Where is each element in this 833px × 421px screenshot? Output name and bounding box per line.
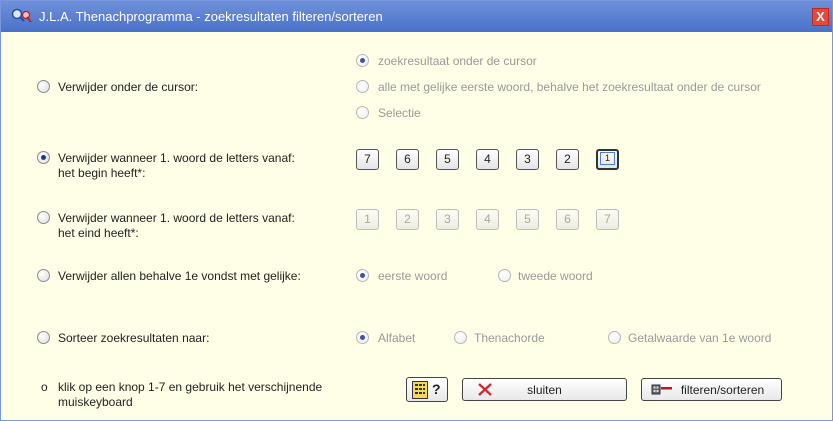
getalwaarde-label: Getalwaarde van 1e woord bbox=[628, 331, 772, 345]
filter-sort-label: filteren/sorteren bbox=[680, 383, 765, 397]
end-button-7[interactable]: 7 bbox=[596, 209, 619, 230]
selection-label: Selectie bbox=[378, 106, 421, 120]
begin-button-1-label: 1 bbox=[600, 152, 615, 166]
radio-second-word[interactable] bbox=[498, 269, 511, 282]
keypad-icon bbox=[412, 381, 428, 399]
remove-cursor-label: Verwijder onder de cursor: bbox=[58, 80, 199, 94]
thenachorde-label: Thenachorde bbox=[474, 331, 545, 345]
remove-begin-label-line1: Verwijder wanneer 1. woord de letters va… bbox=[58, 151, 295, 165]
close-icon[interactable]: X bbox=[812, 8, 829, 26]
window-title: J.L.A. Thenachprogramma - zoekresultaten… bbox=[39, 9, 383, 24]
begin-button-5[interactable]: 5 bbox=[436, 149, 459, 170]
radio-thenachorde[interactable] bbox=[454, 331, 467, 344]
end-button-1[interactable]: 1 bbox=[356, 209, 379, 230]
note-bullet: o bbox=[41, 380, 48, 394]
help-label: ? bbox=[432, 381, 441, 397]
radio-getalwaarde[interactable] bbox=[608, 331, 621, 344]
radio-alphabet[interactable] bbox=[356, 331, 369, 344]
end-button-5[interactable]: 5 bbox=[516, 209, 539, 230]
begin-button-3[interactable]: 3 bbox=[516, 149, 539, 170]
remove-begin-label-line2: het begin heeft*: bbox=[58, 166, 146, 180]
remove-end-label-line2: het eind heeft*: bbox=[58, 226, 139, 240]
begin-button-2[interactable]: 2 bbox=[556, 149, 579, 170]
end-button-4[interactable]: 4 bbox=[476, 209, 499, 230]
begin-button-1[interactable]: 1 bbox=[596, 149, 619, 170]
radio-same-first-word[interactable] bbox=[356, 80, 369, 93]
radio-remove-end[interactable] bbox=[37, 211, 50, 224]
end-button-3[interactable]: 3 bbox=[436, 209, 459, 230]
radio-sort[interactable] bbox=[37, 331, 50, 344]
radio-remove-cursor[interactable] bbox=[37, 80, 50, 93]
first-word-label: eerste woord bbox=[378, 269, 448, 283]
begin-button-4[interactable]: 4 bbox=[476, 149, 499, 170]
remove-end-label-line1: Verwijder wanneer 1. woord de letters va… bbox=[58, 211, 295, 225]
end-button-6[interactable]: 6 bbox=[556, 209, 579, 230]
sort-label: Sorteer zoekresultaten naar: bbox=[58, 331, 210, 345]
note-line2: muiskeyboard bbox=[58, 395, 133, 409]
remove-all-label: Verwijder allen behalve 1e vondst met ge… bbox=[58, 269, 301, 283]
note-line1: klik op een knop 1-7 en gebruik het vers… bbox=[58, 380, 323, 394]
begin-button-7[interactable]: 7 bbox=[356, 149, 379, 170]
dialog-window: J.L.A. Thenachprogramma - zoekresultaten… bbox=[0, 0, 833, 421]
radio-cursor-result[interactable] bbox=[356, 54, 369, 67]
cursor-result-label: zoekresultaat onder de cursor bbox=[378, 54, 537, 68]
second-word-label: tweede woord bbox=[518, 269, 593, 283]
end-button-2[interactable]: 2 bbox=[396, 209, 419, 230]
radio-first-word[interactable] bbox=[356, 269, 369, 282]
same-first-word-label: alle met gelijke eerste woord, behalve h… bbox=[378, 80, 761, 94]
alphabet-label: Alfabet bbox=[378, 331, 416, 345]
close-button-label: sluiten bbox=[527, 383, 562, 397]
keyboard-help-button[interactable]: ? bbox=[406, 377, 448, 402]
app-magnifier-icon bbox=[11, 8, 32, 23]
title-bar: J.L.A. Thenachprogramma - zoekresultaten… bbox=[1, 1, 832, 32]
radio-remove-all[interactable] bbox=[37, 269, 50, 282]
radio-remove-begin[interactable] bbox=[37, 151, 50, 164]
radio-selection[interactable] bbox=[356, 106, 369, 119]
begin-button-6[interactable]: 6 bbox=[396, 149, 419, 170]
filter-sort-button[interactable]: filteren/sorteren bbox=[641, 378, 782, 401]
close-button[interactable]: sluiten bbox=[462, 378, 627, 401]
